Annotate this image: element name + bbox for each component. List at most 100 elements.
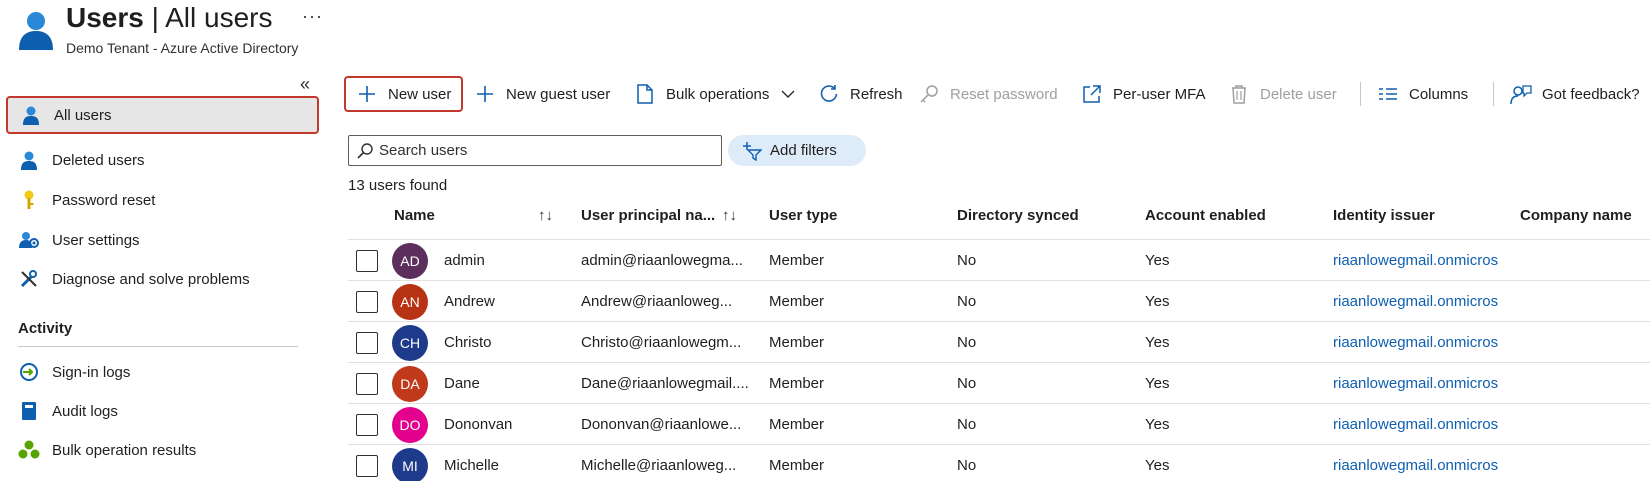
add-filters-button[interactable]: Add filters (728, 135, 866, 166)
section-divider (18, 346, 298, 347)
toolbar-separator (1360, 82, 1361, 106)
reset-password-button[interactable]: Reset password (918, 76, 1058, 112)
sidebar-item-all-users[interactable]: All users (6, 96, 319, 134)
external-link-icon (1081, 83, 1103, 105)
sidebar-item-sign-in-logs[interactable]: Sign-in logs (6, 353, 319, 391)
avatar: CH (392, 325, 428, 361)
sidebar-item-diagnose[interactable]: Diagnose and solve problems (6, 260, 319, 298)
sidebar-item-password-reset[interactable]: Password reset (6, 181, 319, 219)
column-header-name[interactable]: Name (394, 207, 435, 224)
wrench-icon (18, 268, 40, 290)
user-upn: Christo@riaanlowegm... (581, 334, 742, 351)
sign-in-icon (18, 361, 40, 383)
identity-issuer-link[interactable]: riaanlowegmail.onmicros (1333, 416, 1508, 433)
columns-button[interactable]: Columns (1377, 76, 1468, 112)
user-icon (18, 149, 40, 171)
bulk-operations-button[interactable]: Bulk operations (634, 76, 795, 112)
column-header-account-enabled[interactable]: Account enabled (1145, 207, 1266, 224)
sidebar-item-audit-logs[interactable]: Audit logs (6, 392, 319, 430)
more-options-icon[interactable]: ··· (302, 6, 323, 27)
per-user-mfa-button[interactable]: Per-user MFA (1081, 76, 1206, 112)
columns-icon (1377, 83, 1399, 105)
user-name: Dononvan (444, 416, 513, 433)
sidebar-item-label: Password reset (52, 191, 156, 209)
identity-issuer-link[interactable]: riaanlowegmail.onmicros (1333, 252, 1508, 269)
table-row[interactable]: MI Michelle Michelle@riaanloweg... Membe… (348, 445, 1650, 481)
feedback-icon (1510, 83, 1532, 105)
toolbar-separator (1493, 82, 1494, 106)
table-row[interactable]: DA Dane Dane@riaanlowegmail.... Member N… (348, 363, 1650, 404)
collapse-sidebar-icon[interactable]: « (300, 74, 310, 95)
directory-synced: No (957, 416, 977, 433)
search-box[interactable] (348, 135, 722, 166)
column-header-directory-synced[interactable]: Directory synced (957, 207, 1079, 224)
avatar: DA (392, 366, 428, 402)
table-row[interactable]: AD admin admin@riaanlowegma... Member No… (348, 240, 1650, 281)
book-icon (18, 400, 40, 422)
sidebar-item-label: Sign-in logs (52, 363, 131, 381)
avatar: AD (392, 243, 428, 279)
sidebar-item-deleted-users[interactable]: Deleted users (6, 141, 319, 179)
sidebar-item-label: User settings (52, 231, 140, 249)
row-checkbox[interactable] (356, 332, 378, 354)
row-checkbox[interactable] (356, 291, 378, 313)
table-row[interactable]: AN Andrew Andrew@riaanloweg... Member No… (348, 281, 1650, 322)
column-header-identity-issuer[interactable]: Identity issuer (1333, 207, 1435, 224)
sidebar-item-bulk-results[interactable]: Bulk operation results (6, 431, 319, 469)
avatar: AN (392, 284, 428, 320)
filter-add-icon (742, 141, 762, 161)
directory-synced: No (957, 457, 977, 474)
sidebar-item-label: Diagnose and solve problems (52, 270, 250, 288)
feedback-button[interactable]: Got feedback? (1510, 76, 1640, 112)
column-header-upn[interactable]: User principal na... (581, 207, 715, 224)
user-upn: Dononvan@riaanlowe... (581, 416, 742, 433)
identity-issuer-link[interactable]: riaanlowegmail.onmicros (1333, 334, 1508, 351)
user-type: Member (769, 293, 825, 310)
user-type: Member (769, 252, 825, 269)
plus-icon (474, 83, 496, 105)
user-upn: admin@riaanlowegma... (581, 252, 743, 269)
user-type: Member (769, 457, 825, 474)
account-enabled: Yes (1145, 375, 1170, 392)
identity-issuer-link[interactable]: riaanlowegmail.onmicros (1333, 293, 1508, 310)
key-icon (918, 83, 940, 105)
avatar: MI (392, 448, 428, 481)
sort-icon[interactable]: ↑↓ (538, 207, 553, 224)
user-name: admin (444, 252, 485, 269)
column-header-user-type[interactable]: User type (769, 207, 837, 224)
refresh-icon (818, 83, 840, 105)
table-row[interactable]: CH Christo Christo@riaanlowegm... Member… (348, 322, 1650, 363)
search-input[interactable] (379, 142, 699, 159)
user-upn: Michelle@riaanloweg... (581, 457, 737, 474)
table-row[interactable]: DO Dononvan Dononvan@riaanlowe... Member… (348, 404, 1650, 445)
account-enabled: Yes (1145, 457, 1170, 474)
user-name: Dane (444, 375, 480, 392)
row-checkbox[interactable] (356, 414, 378, 436)
user-type: Member (769, 416, 825, 433)
sidebar-item-label: All users (54, 106, 112, 124)
row-checkbox[interactable] (356, 455, 378, 477)
new-guest-user-button[interactable]: New guest user (474, 76, 610, 112)
account-enabled: Yes (1145, 252, 1170, 269)
sidebar-item-label: Audit logs (52, 402, 118, 420)
users-header-icon (16, 8, 56, 50)
directory-synced: No (957, 293, 977, 310)
row-checkbox[interactable] (356, 373, 378, 395)
sort-icon[interactable]: ↑↓ (722, 207, 737, 224)
user-upn: Dane@riaanlowegmail.... (581, 375, 749, 392)
search-icon (357, 142, 373, 159)
sidebar-item-user-settings[interactable]: User settings (6, 221, 319, 259)
user-name: Christo (444, 334, 492, 351)
identity-issuer-link[interactable]: riaanlowegmail.onmicros (1333, 375, 1508, 392)
chevron-down-icon (781, 89, 795, 99)
document-icon (634, 83, 656, 105)
new-user-button[interactable]: New user (344, 76, 464, 112)
row-checkbox[interactable] (356, 250, 378, 272)
identity-issuer-link[interactable]: riaanlowegmail.onmicros (1333, 457, 1508, 474)
refresh-button[interactable]: Refresh (818, 76, 903, 112)
avatar: DO (392, 407, 428, 443)
delete-user-button[interactable]: Delete user (1228, 76, 1337, 112)
user-upn: Andrew@riaanloweg... (581, 293, 733, 310)
column-header-company-name[interactable]: Company name (1520, 207, 1632, 224)
user-type: Member (769, 375, 825, 392)
